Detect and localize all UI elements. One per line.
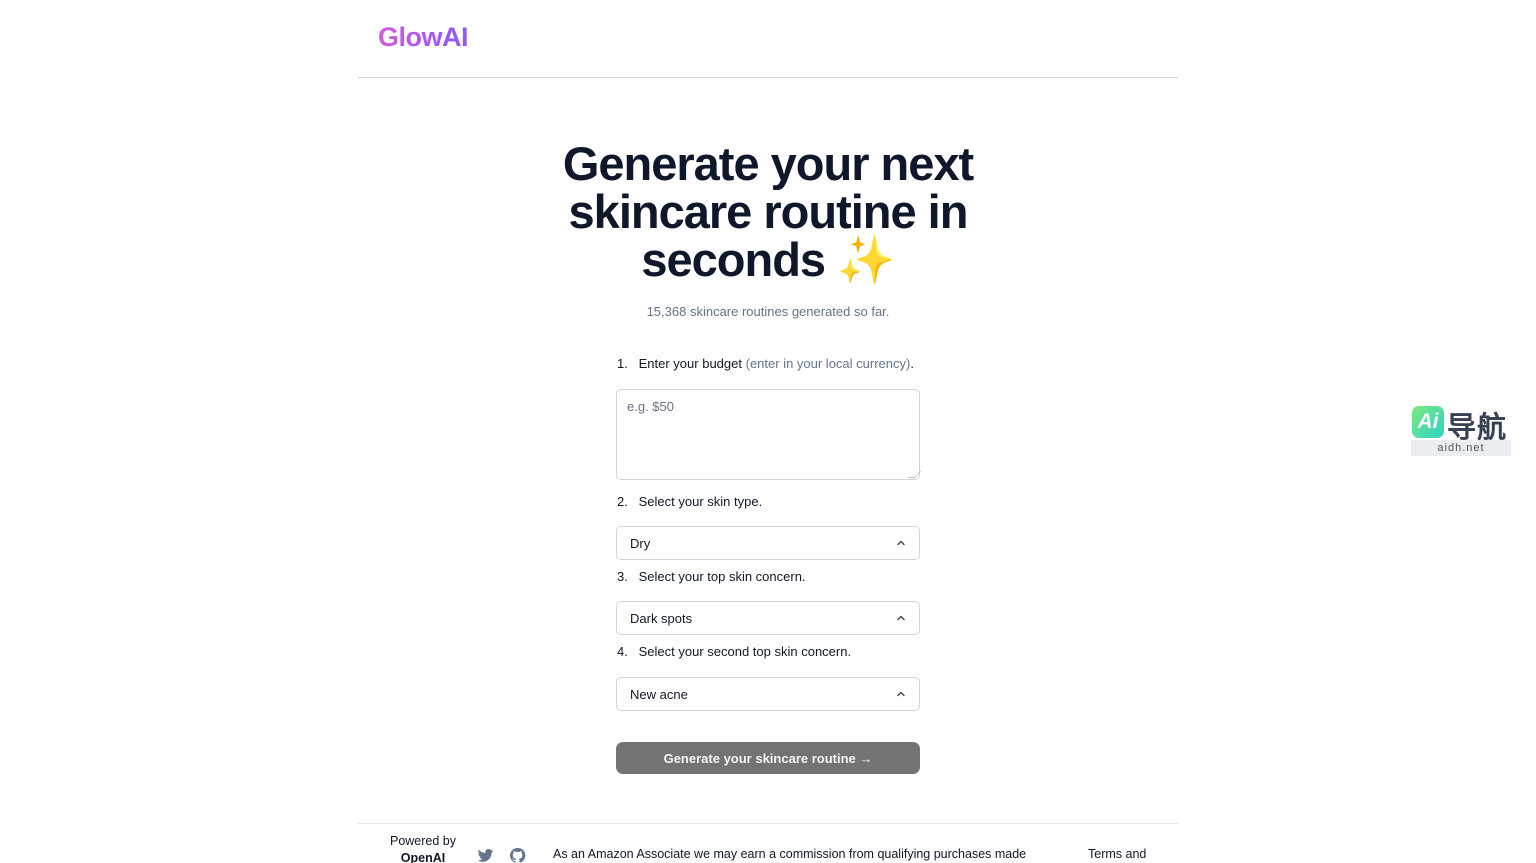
select-value: Dry xyxy=(630,535,651,551)
openai-link[interactable]: OpenAI xyxy=(401,851,445,863)
watermark-url: aidh.net xyxy=(1411,440,1511,456)
terms-link[interactable]: Terms and xyxy=(1088,847,1146,861)
affiliate-disclaimer: As an Amazon Associate we may earn a com… xyxy=(553,847,1027,861)
twitter-icon[interactable] xyxy=(477,847,494,863)
page-title: Generate your next skincare routine in s… xyxy=(518,140,1018,284)
step-number: 4. xyxy=(617,644,628,659)
step-2-label: 2. Select your skin type. xyxy=(617,494,937,509)
chevron-up-icon xyxy=(897,615,905,621)
page: GlowAI Generate your next skincare routi… xyxy=(0,0,1536,863)
powered-by: Powered by OpenAI xyxy=(380,833,466,863)
top-concern-select[interactable]: Dark spots xyxy=(616,601,920,635)
budget-input[interactable] xyxy=(616,389,920,480)
select-value: Dark spots xyxy=(630,610,693,626)
step-3-label: 3. Select your top skin concern. xyxy=(617,569,937,584)
routines-counter: 15,368 skincare routines generated so fa… xyxy=(646,304,890,319)
second-concern-select[interactable]: New acne xyxy=(616,677,920,711)
step-4-label: 4. Select your second top skin concern. xyxy=(617,644,937,659)
powered-by-label: Powered by xyxy=(389,834,456,848)
step-period: . xyxy=(910,356,914,371)
currency-hint: (enter in your local currency) xyxy=(745,356,911,371)
aidh-watermark: Ai 导航 aidh.net xyxy=(1411,404,1511,456)
logo[interactable]: GlowAI xyxy=(378,22,469,53)
title-text: Generate your next skincare routine in s… xyxy=(562,137,974,286)
chevron-up-icon xyxy=(897,691,905,697)
select-value: New acne xyxy=(630,686,688,702)
github-icon[interactable] xyxy=(509,847,526,863)
chevron-up-icon xyxy=(897,540,905,546)
step-number: 1. xyxy=(617,356,628,371)
step-number: 3. xyxy=(617,569,628,584)
watermark-badge: Ai xyxy=(1412,406,1444,438)
skin-type-select[interactable]: Dry xyxy=(616,526,920,560)
sparkles-icon: ✨ xyxy=(837,233,896,286)
site-footer: Powered by OpenAI As an Amazon Associate… xyxy=(358,823,1178,863)
step-text: Select your skin type. xyxy=(638,494,763,509)
step-text: Select your top skin concern. xyxy=(638,569,806,584)
step-number: 2. xyxy=(617,494,628,509)
step-text: Enter your budget xyxy=(638,356,742,371)
step-text: Select your second top skin concern. xyxy=(638,644,852,659)
step-1-label: 1. Enter your budget (enter in your loca… xyxy=(617,356,937,371)
site-header: GlowAI xyxy=(358,0,1178,78)
generate-routine-button[interactable]: Generate your skincare routine → xyxy=(616,742,920,774)
